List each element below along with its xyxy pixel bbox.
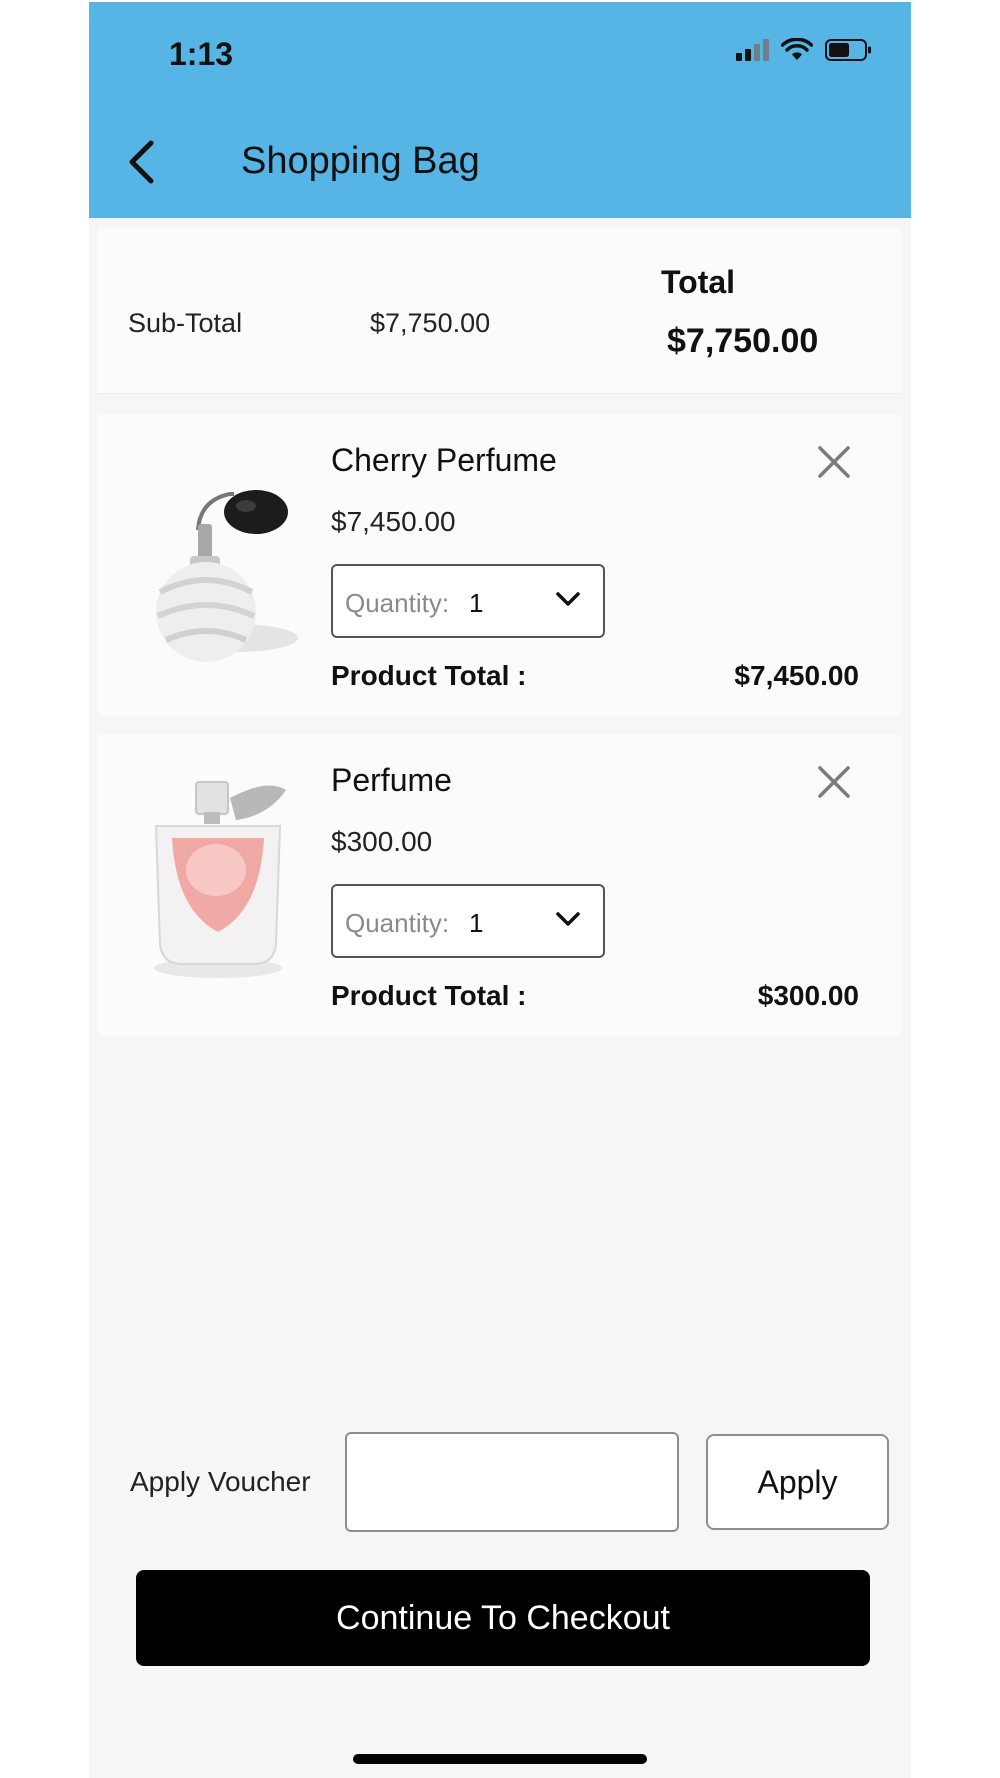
remove-item-button[interactable] [814,762,854,802]
total-label: Total [661,264,736,300]
remove-item-button[interactable] [814,442,854,482]
order-summary: Sub-Total $7,750.00 Total $7,750.00 [98,228,901,394]
product-total-value: $7,450.00 [734,660,859,691]
subtotal-value: $7,750.00 [370,308,491,338]
atomizer-perfume-bottle-icon [128,440,308,670]
status-time: 1:13 [169,36,234,72]
quantity-label: Quantity: [345,908,450,938]
chevron-down-icon [556,592,580,606]
voucher-input[interactable] [345,1432,679,1532]
cart-item: Cherry Perfume $7,450.00 Quantity: 1 Pro… [98,414,901,716]
total-value: $7,750.00 [667,322,819,360]
cart-item: Perfume $300.00 Quantity: 1 Product Tota… [98,734,901,1036]
home-indicator [353,1754,647,1764]
checkout-button[interactable]: Continue To Checkout [136,1570,870,1666]
close-icon [818,766,850,798]
cellular-signal-icon [736,39,769,61]
status-icons [736,38,873,62]
close-icon [818,446,850,478]
product-total-value: $300.00 [757,980,859,1011]
product-total-label: Product Total : [331,660,527,691]
subtotal-label: Sub-Total [128,308,243,338]
product-name: Cherry Perfume [331,442,557,478]
product-price: $300.00 [331,826,433,857]
quantity-value: 1 [469,908,484,938]
back-button[interactable] [119,134,163,190]
wifi-icon [781,38,813,60]
product-price: $7,450.00 [331,506,456,537]
chevron-left-icon [129,140,154,184]
page-title: Shopping Bag [241,140,480,182]
quantity-dropdown[interactable]: Quantity: 1 [331,564,605,638]
app-header: 1:13 Shopping Bag [89,2,911,218]
quantity-label: Quantity: [345,588,450,618]
app-screen: 1:13 Shopping Bag Sub-Total $7,750.00 To… [89,2,911,1778]
product-name: Perfume [331,762,452,798]
voucher-label: Apply Voucher [130,1466,311,1497]
battery-icon [825,39,871,61]
pink-perfume-bottle-icon [128,760,308,990]
chevron-down-icon [556,912,580,926]
apply-voucher-button[interactable]: Apply [706,1434,889,1530]
product-total-label: Product Total : [331,980,527,1011]
quantity-value: 1 [469,588,484,618]
quantity-dropdown[interactable]: Quantity: 1 [331,884,605,958]
